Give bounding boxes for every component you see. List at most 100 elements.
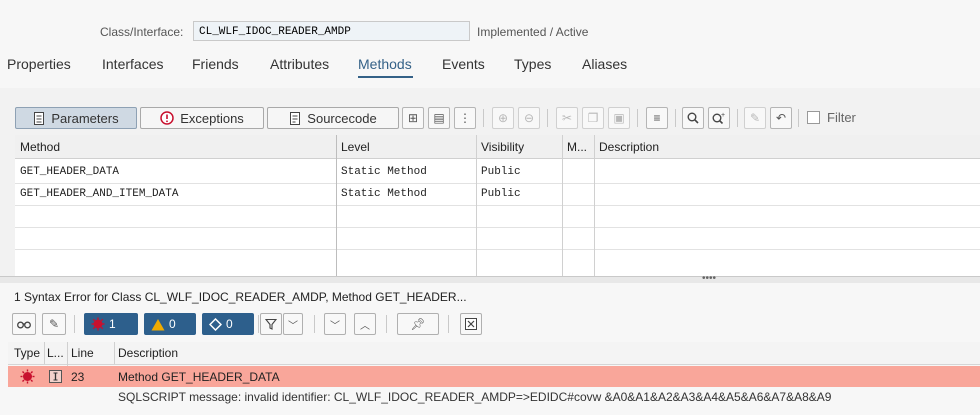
edit-source-button[interactable]: ✎ [42,313,66,335]
toolbar-separator [483,109,484,127]
column-divider [44,342,45,364]
parameters-button[interactable]: Parameters [15,107,137,129]
filter-dropdown-button[interactable]: ﹀ [283,313,303,335]
pin-icon: 📌︎ [410,317,426,331]
sort-button[interactable]: ≡ [646,107,668,129]
toolbar-separator [386,315,387,333]
paste-button[interactable]: ▣ [608,107,630,129]
undo-button[interactable]: ↶ [770,107,792,129]
toolbar-separator [258,315,259,333]
info-count-button[interactable]: 0 [202,313,254,335]
tab-methods[interactable]: Methods [358,56,412,72]
exceptions-label: Exceptions [180,110,244,126]
column-header-method[interactable]: Method [15,135,336,159]
search-next-icon: + [712,112,725,124]
toolbar-separator [675,109,676,127]
sourcecode-button[interactable]: Sourcecode [267,107,399,129]
method-level-cell[interactable]: Static Method [336,183,476,205]
close-icon [465,318,477,330]
tab-properties[interactable]: Properties [7,56,71,72]
toolbar-separator [448,315,449,333]
svg-text:+: + [721,112,725,119]
hierarchy-icon: ⋮ [459,111,471,125]
pin-button[interactable]: 📌︎ [397,313,439,335]
column-header-description[interactable]: Description [594,135,980,159]
error-description[interactable]: Method GET_HEADER_DATA [118,370,280,384]
sqlscript-message: SQLSCRIPT message: invalid identifier: C… [118,390,832,404]
document-icon: ▤ [433,111,445,125]
copy-icon: ❐ [587,111,599,125]
toolbar-separator [637,109,638,127]
column-header-line[interactable]: Line [71,346,94,360]
filter-icon [265,318,277,330]
find-next-button[interactable]: + [708,107,730,129]
column-divider [594,135,595,276]
exceptions-button[interactable]: Exceptions [140,107,264,129]
chevron-down-icon: ﹀ [288,320,298,332]
display-object-list-button[interactable]: ⊞ [402,107,424,129]
chevron-up-icon: ︿ [360,320,370,332]
toolbar-separator [314,315,315,333]
parameters-label: Parameters [51,110,119,126]
info-diamond-icon [209,317,222,331]
class-interface-field[interactable]: CL_WLF_IDOC_READER_AMDP [193,21,470,41]
minus-icon: ⊖ [523,111,535,125]
scissors-icon: ✂ [561,111,573,125]
row-divider [15,249,980,250]
filter-button[interactable] [260,313,282,335]
column-header-description[interactable]: Description [118,346,178,360]
method-level-cell[interactable]: Static Method [336,161,476,183]
toolbar-separator [74,315,75,333]
error-count-button[interactable]: 1 [84,313,138,335]
undo-icon: ↶ [775,111,787,125]
document-button[interactable]: ▤ [428,107,450,129]
hierarchy-button[interactable]: ⋮ [454,107,476,129]
tab-friends[interactable]: Friends [192,56,239,72]
tab-attributes[interactable]: Attributes [270,56,329,72]
column-divider [562,135,563,276]
pencil-icon: ✎ [749,111,761,125]
edit-button[interactable]: ✎ [744,107,766,129]
insert-row-button[interactable]: ⊕ [492,107,514,129]
method-visibility-cell[interactable]: Public [476,161,562,183]
warning-count: 0 [169,317,176,331]
method-name-cell[interactable]: GET_HEADER_DATA [15,161,336,183]
column-header-type[interactable]: Type [14,346,40,360]
column-divider [114,342,115,364]
row-divider [15,227,980,228]
tab-interfaces[interactable]: Interfaces [102,56,163,72]
close-error-list-button[interactable] [460,313,482,335]
plus-icon: ⊕ [497,111,509,125]
error-icon [20,369,35,384]
toolbar-separator [737,109,738,127]
method-name-cell[interactable]: GET_HEADER_AND_ITEM_DATA [15,183,336,205]
search-icon [687,112,699,124]
copy-button[interactable]: ❐ [582,107,604,129]
tab-types[interactable]: Types [514,56,551,72]
method-visibility-cell[interactable]: Public [476,183,562,205]
warning-count-button[interactable]: 0 [144,313,196,335]
column-header-l[interactable]: L... [47,346,64,360]
previous-message-button[interactable]: ︿ [354,313,376,335]
splitter-grip-icon[interactable]: •••• [702,274,716,284]
cut-button[interactable]: ✂ [556,107,578,129]
column-header-modeled[interactable]: M... [562,135,594,159]
filter-checkbox[interactable] [807,111,820,124]
details-button[interactable] [12,313,36,335]
error-line-number[interactable]: 23 [71,370,84,384]
toolbar-separator [798,109,799,127]
tab-events[interactable]: Events [442,56,485,72]
tab-aliases[interactable]: Aliases [582,56,627,72]
find-button[interactable] [682,107,704,129]
long-text-icon[interactable] [49,370,62,383]
sourcecode-label: Sourcecode [307,110,377,126]
info-count: 0 [226,317,233,331]
column-header-level[interactable]: Level [336,135,476,159]
paste-icon: ▣ [613,111,625,125]
column-header-visibility[interactable]: Visibility [476,135,562,159]
sourcecode-icon [290,111,301,125]
pane-splitter[interactable] [0,276,980,283]
delete-row-button[interactable]: ⊖ [518,107,540,129]
next-message-button[interactable]: ﹀ [324,313,346,335]
error-icon [91,317,105,331]
